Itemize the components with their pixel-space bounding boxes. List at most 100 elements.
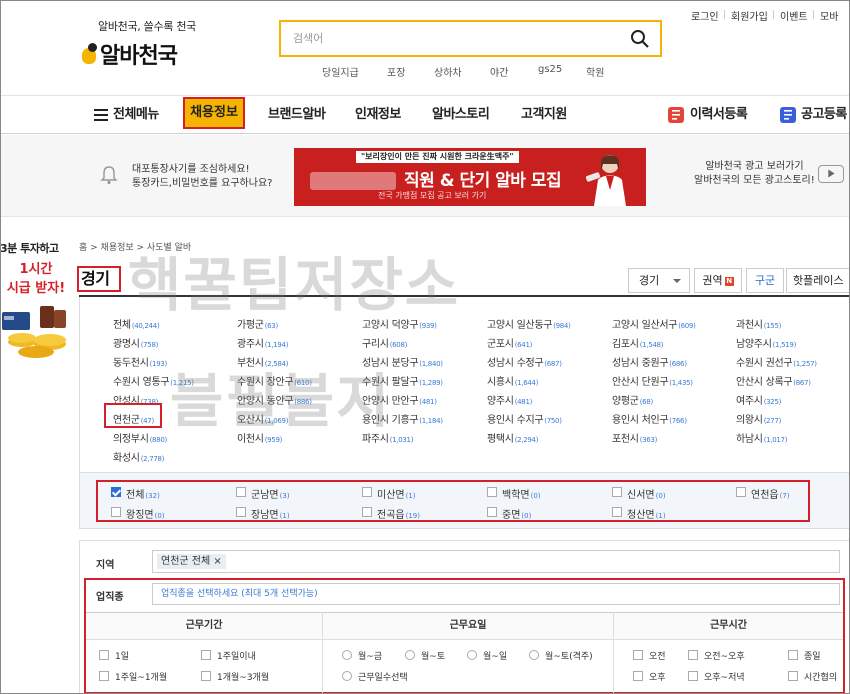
time-option[interactable]: 시간협의	[804, 670, 837, 683]
days-option[interactable]: 월~토	[421, 649, 445, 662]
city-link[interactable]: 평택시(2,294)	[487, 430, 538, 445]
time-option[interactable]: 오후~저녁	[704, 670, 745, 683]
city-link[interactable]: 용인시 기흥구(1,184)	[362, 411, 443, 426]
time-option[interactable]: 오전	[649, 649, 666, 662]
days-option[interactable]: 월~금	[358, 649, 382, 662]
days-radio[interactable]	[405, 650, 415, 660]
city-link[interactable]: 구리시(608)	[362, 335, 407, 350]
city-link[interactable]: 의정부시(880)	[113, 430, 167, 445]
region-chip-input[interactable]: 연천군 전체 ×	[152, 550, 840, 573]
keyword-link[interactable]: 학원	[586, 64, 604, 79]
days-option[interactable]: 월~토(격주)	[545, 649, 593, 662]
tab-area[interactable]: 권역 N	[694, 268, 742, 293]
region-chip[interactable]: 연천군 전체 ×	[157, 554, 226, 569]
city-link[interactable]: 안산시 단원구(1,435)	[612, 373, 693, 388]
keyword-link[interactable]: gs25	[538, 64, 562, 75]
time-checkbox[interactable]	[688, 671, 698, 681]
city-link[interactable]: 광명시(758)	[113, 335, 158, 350]
city-link[interactable]: 남양주시(1,519)	[736, 335, 796, 350]
city-link[interactable]: 의왕시(277)	[736, 411, 781, 426]
nav-item-talent[interactable]: 인재정보	[355, 96, 401, 134]
time-checkbox[interactable]	[788, 650, 798, 660]
time-checkbox[interactable]	[633, 650, 643, 660]
city-link[interactable]: 안양시 만안구(481)	[362, 392, 437, 407]
city-link[interactable]: 오산시(1,069)	[237, 411, 288, 426]
city-link[interactable]: 양평군(68)	[612, 392, 653, 407]
city-link[interactable]: 시흥시(1,644)	[487, 373, 538, 388]
time-checkbox[interactable]	[633, 671, 643, 681]
city-link[interactable]: 가평군(63)	[237, 316, 278, 331]
tab-district[interactable]: 구군	[746, 268, 784, 293]
city-link[interactable]: 광주시(1,194)	[237, 335, 288, 350]
period-option[interactable]: 1일	[115, 649, 129, 662]
city-link[interactable]: 성남시 중원구(686)	[612, 354, 687, 369]
city-link[interactable]: 전체(40,244)	[113, 316, 160, 331]
event-link[interactable]: 이벤트	[780, 8, 808, 23]
side-ad[interactable]: 3분 투자하고 1시간 시급 받자!	[0, 240, 72, 358]
login-link[interactable]: 로그인	[691, 8, 719, 23]
city-link[interactable]: 하남시(1,017)	[736, 430, 787, 445]
job-category-input[interactable]: 업직종을 선택하세요 (최대 5개 선택가능)	[152, 583, 840, 605]
days-option[interactable]: 근무일수선택	[358, 670, 408, 683]
days-radio[interactable]	[342, 671, 352, 681]
keyword-link[interactable]: 당일지급	[322, 64, 359, 79]
city-link[interactable]: 여주시(325)	[736, 392, 781, 407]
nav-item-support[interactable]: 고객지원	[521, 96, 567, 134]
post-register-button[interactable]: 공고등록	[801, 96, 847, 134]
period-option[interactable]: 1개월~3개월	[217, 670, 269, 683]
resume-register-button[interactable]: 이력서등록	[690, 96, 748, 134]
city-link[interactable]: 고양시 일산서구(609)	[612, 316, 696, 331]
city-link[interactable]: 양주시(481)	[487, 392, 532, 407]
search-input[interactable]	[281, 22, 611, 55]
ad-banner[interactable]: "보리장인이 만든 진짜 시원한 크라운生맥주" 직원 & 단기 알바 모집 전…	[294, 148, 646, 206]
city-link[interactable]: 수원시 장안구(610)	[237, 373, 312, 388]
days-radio[interactable]	[467, 650, 477, 660]
days-radio[interactable]	[342, 650, 352, 660]
close-icon[interactable]: ×	[213, 556, 221, 567]
period-checkbox[interactable]	[201, 671, 211, 681]
days-radio[interactable]	[529, 650, 539, 660]
city-link[interactable]: 수원시 권선구(1,257)	[736, 354, 817, 369]
time-option[interactable]: 오전~오후	[704, 649, 745, 662]
city-link[interactable]: 동두천시(193)	[113, 354, 167, 369]
city-link[interactable]: 용인시 수지구(750)	[487, 411, 562, 426]
nav-item-job-info[interactable]: 채용정보	[183, 97, 245, 129]
city-link[interactable]: 용인시 처인구(766)	[612, 411, 687, 426]
city-link[interactable]: 안산시 상록구(867)	[736, 373, 811, 388]
keyword-link[interactable]: 상하차	[434, 64, 462, 79]
nav-item-brand[interactable]: 브랜드알바	[268, 96, 326, 134]
days-option[interactable]: 월~일	[483, 649, 507, 662]
city-link[interactable]: 수원시 팔달구(1,289)	[362, 373, 443, 388]
keyword-link[interactable]: 야간	[490, 64, 508, 79]
time-option[interactable]: 오후	[649, 670, 666, 683]
city-link[interactable]: 고양시 일산동구(984)	[487, 316, 571, 331]
city-link[interactable]: 과천시(155)	[736, 316, 781, 331]
city-link[interactable]: 파주시(1,031)	[362, 430, 413, 445]
time-checkbox[interactable]	[788, 671, 798, 681]
time-checkbox[interactable]	[688, 650, 698, 660]
city-link[interactable]: 포천시(363)	[612, 430, 657, 445]
city-link[interactable]: 수원시 영통구(1,215)	[113, 373, 194, 388]
city-link[interactable]: 김포시(1,548)	[612, 335, 663, 350]
play-icon[interactable]	[818, 165, 844, 183]
logo[interactable]: 알바천국, 쓸수록 천국 알바천국	[82, 18, 212, 70]
city-link[interactable]: 성남시 수정구(687)	[487, 354, 562, 369]
keyword-link[interactable]: 포장	[387, 64, 405, 79]
city-link[interactable]: 안양시 동안구(886)	[237, 392, 312, 407]
time-option[interactable]: 종일	[804, 649, 821, 662]
city-link[interactable]: 고양시 덕양구(939)	[362, 316, 437, 331]
city-link[interactable]: 화성시(2,778)	[113, 449, 164, 464]
nav-item-story[interactable]: 알바스토리	[432, 96, 490, 134]
city-link[interactable]: 군포시(641)	[487, 335, 532, 350]
period-option[interactable]: 1주일~1개월	[115, 670, 167, 683]
period-option[interactable]: 1주일이내	[217, 649, 256, 662]
city-link[interactable]: 부천시(2,584)	[237, 354, 288, 369]
period-checkbox[interactable]	[99, 650, 109, 660]
city-link[interactable]: 이천시(959)	[237, 430, 282, 445]
breadcrumb[interactable]: 홈 > 채용정보 > 사도별 알바	[79, 240, 191, 253]
mobile-link[interactable]: 모바	[820, 8, 838, 23]
region-select[interactable]: 경기	[628, 268, 690, 293]
period-checkbox[interactable]	[201, 650, 211, 660]
ad-story-link[interactable]: 알바천국 광고 보러가기 알바천국의 모든 광고스토리!	[694, 160, 815, 188]
period-checkbox[interactable]	[99, 671, 109, 681]
